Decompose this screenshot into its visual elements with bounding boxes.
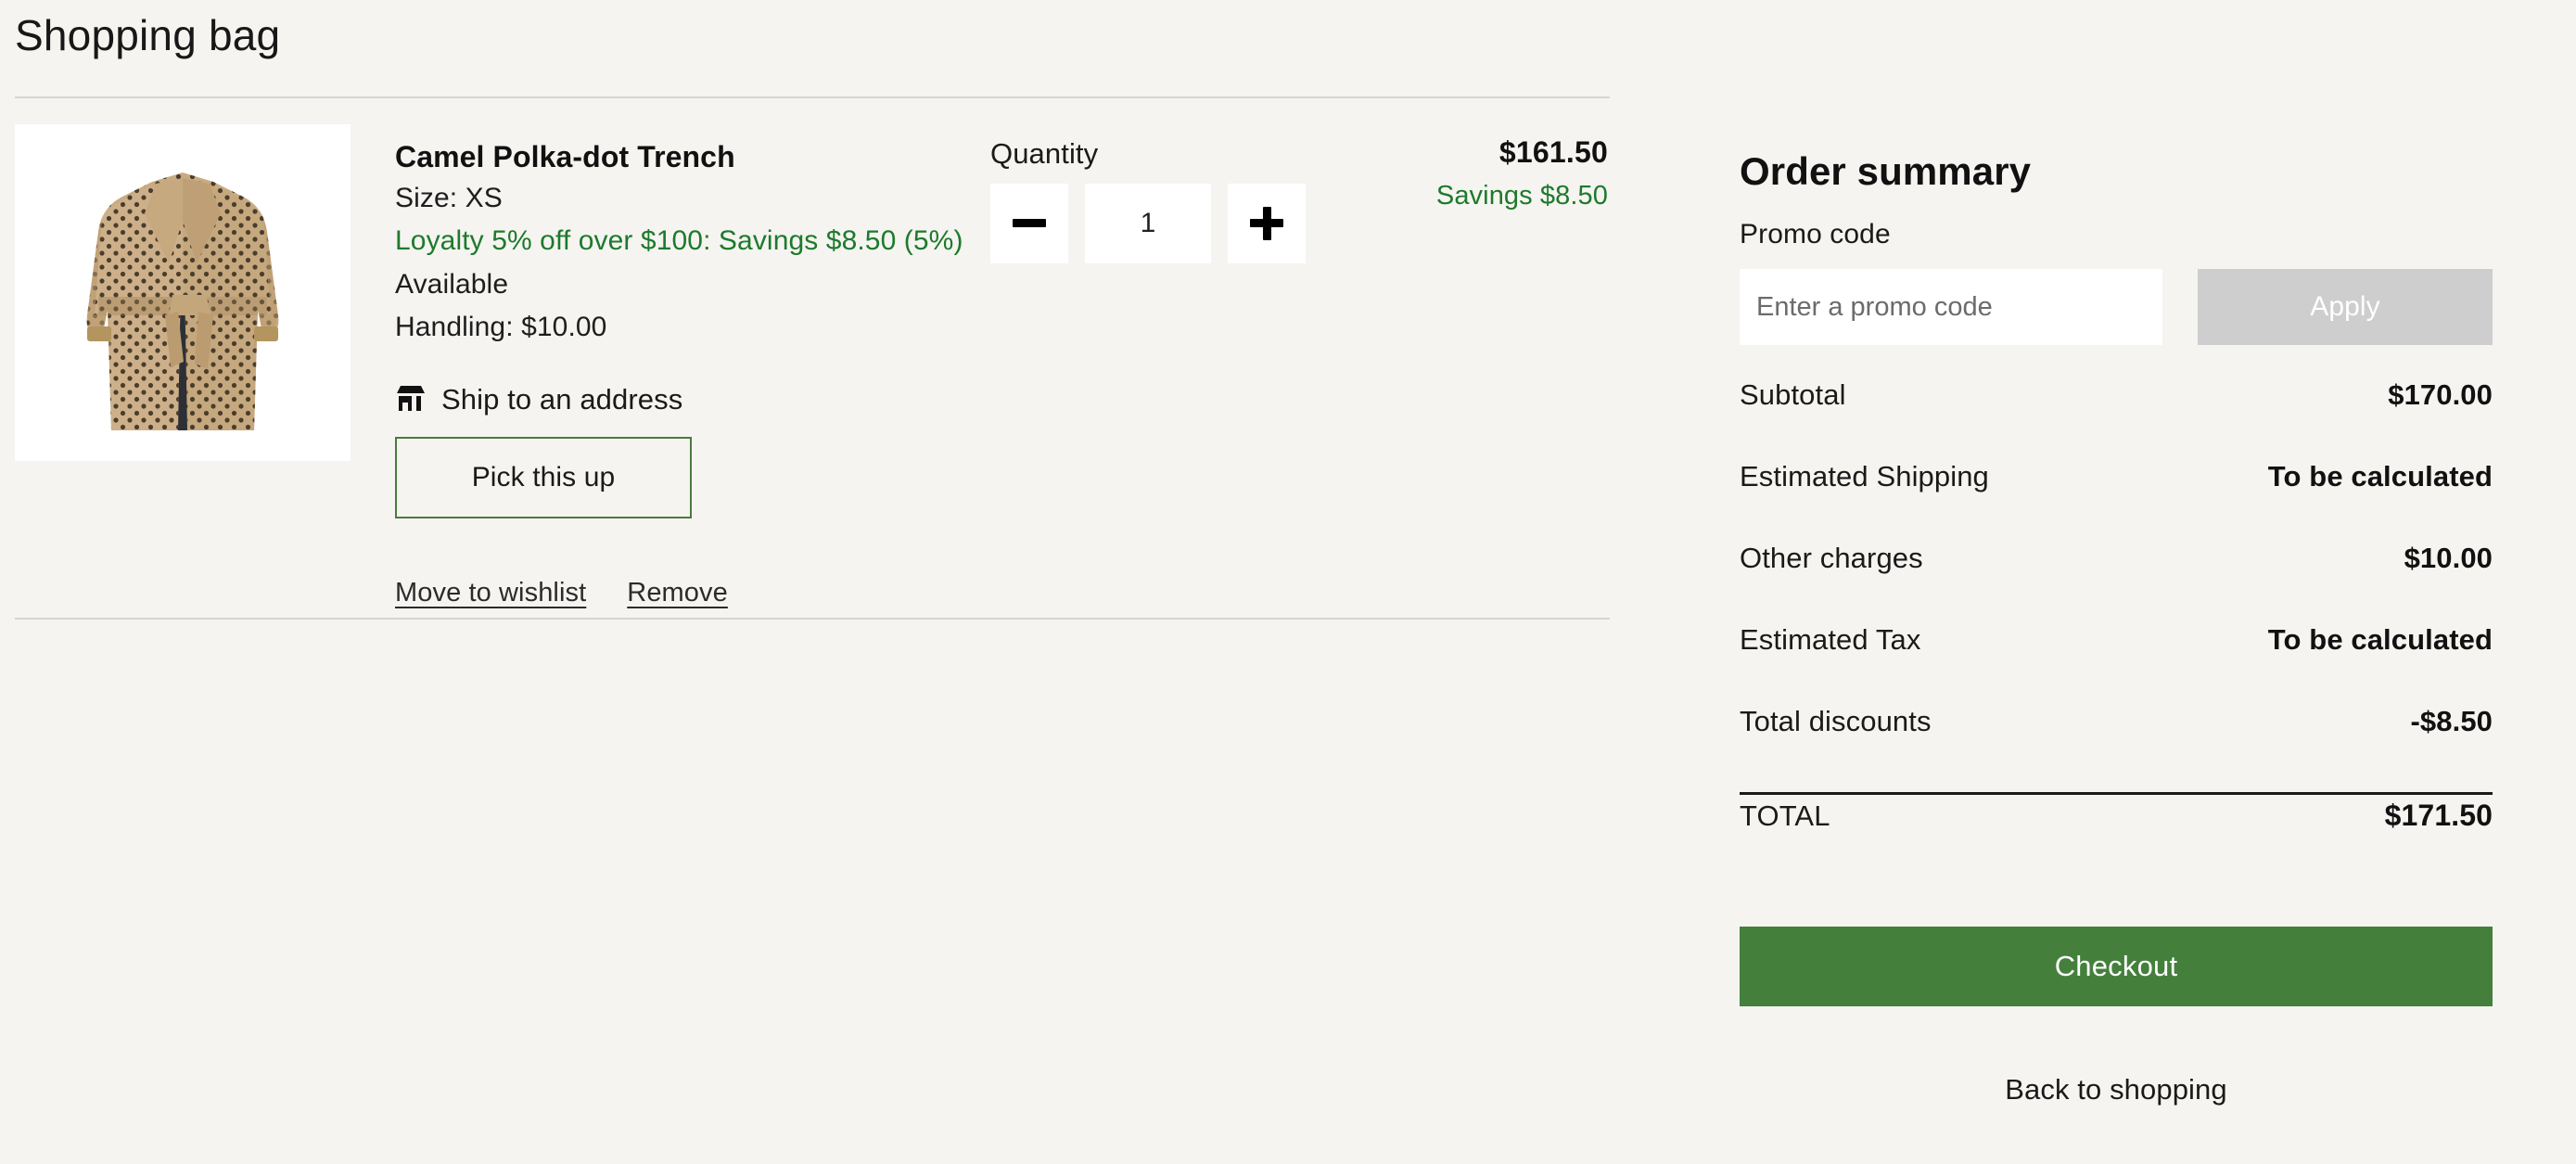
promo-code-label: Promo code [1740, 219, 1891, 250]
product-discount-line: Loyalty 5% off over $100: Savings $8.50 … [395, 225, 963, 257]
summary-total-key: TOTAL [1740, 799, 1830, 833]
apply-promo-button[interactable]: Apply [2198, 269, 2493, 346]
summary-key: Estimated Tax [1740, 623, 1921, 657]
item-divider [15, 617, 1610, 620]
plus-icon [1250, 206, 1283, 240]
summary-value: $170.00 [2388, 378, 2493, 412]
page-title: Shopping bag [15, 11, 281, 59]
summary-value: $10.00 [2404, 542, 2493, 575]
summary-total-divider [1740, 792, 2493, 796]
summary-rows: Subtotal $170.00 Estimated Shipping To b… [1740, 378, 2493, 878]
item-price-block: $161.50 Savings $8.50 [1280, 135, 1608, 211]
back-to-shopping-link[interactable]: Back to shopping [1740, 1073, 2493, 1106]
summary-key: Estimated Shipping [1740, 460, 1989, 493]
move-to-wishlist-link[interactable]: Move to wishlist [395, 578, 586, 608]
product-image[interactable] [15, 123, 351, 461]
bag-column: Shopping bag Camel Polka-dot Trench Size… [0, 0, 1610, 620]
product-name[interactable]: Camel Polka-dot Trench [395, 137, 1007, 177]
summary-row-total-discounts: Total discounts -$8.50 [1740, 705, 2493, 787]
pick-this-up-button[interactable]: Pick this up [395, 436, 692, 518]
summary-row-estimated-tax: Estimated Tax To be calculated [1740, 623, 2493, 705]
checkout-button[interactable]: Checkout [1740, 927, 2493, 1007]
product-availability: Available [395, 268, 509, 300]
quantity-input[interactable] [1085, 183, 1211, 263]
summary-key: Subtotal [1740, 378, 1846, 412]
summary-row-subtotal: Subtotal $170.00 [1740, 378, 2493, 460]
store-icon [395, 385, 427, 415]
remove-link[interactable]: Remove [627, 578, 728, 608]
summary-key: Other charges [1740, 542, 1923, 575]
product-size: Size: XS [395, 182, 503, 213]
summary-value: To be calculated [2267, 623, 2493, 657]
order-summary-title: Order summary [1740, 149, 2032, 193]
product-info: Camel Polka-dot Trench Size: XS Loyalty … [395, 124, 1007, 618]
minus-icon [1013, 219, 1046, 227]
summary-row-other-charges: Other charges $10.00 [1740, 542, 2493, 623]
order-summary-panel: Order summary Promo code Apply Subtotal … [1740, 148, 2493, 1106]
promo-code-row: Apply [1740, 269, 2493, 346]
product-handling: Handling: $10.00 [395, 312, 607, 343]
summary-key: Total discounts [1740, 705, 1932, 738]
summary-row-estimated-shipping: Estimated Shipping To be calculated [1740, 460, 2493, 542]
item-actions: Move to wishlist Remove [395, 578, 1007, 608]
item-savings: Savings $8.50 [1435, 180, 1608, 211]
summary-total-value: $171.50 [2384, 799, 2493, 833]
summary-row-total: TOTAL $171.50 [1740, 799, 2493, 878]
item-price: $161.50 [1498, 134, 1608, 169]
summary-value: To be calculated [2267, 460, 2493, 493]
cart-item-row: Camel Polka-dot Trench Size: XS Loyalty … [0, 98, 1610, 618]
fulfillment-mode: Ship to an address [395, 383, 1007, 416]
quantity-decrement-button[interactable] [990, 183, 1068, 263]
shopping-bag-page: Shopping bag Camel Polka-dot Trench Size… [0, 0, 2576, 1164]
summary-value: -$8.50 [2410, 705, 2493, 738]
promo-code-input[interactable] [1740, 269, 2162, 346]
fulfillment-label: Ship to an address [441, 382, 683, 416]
